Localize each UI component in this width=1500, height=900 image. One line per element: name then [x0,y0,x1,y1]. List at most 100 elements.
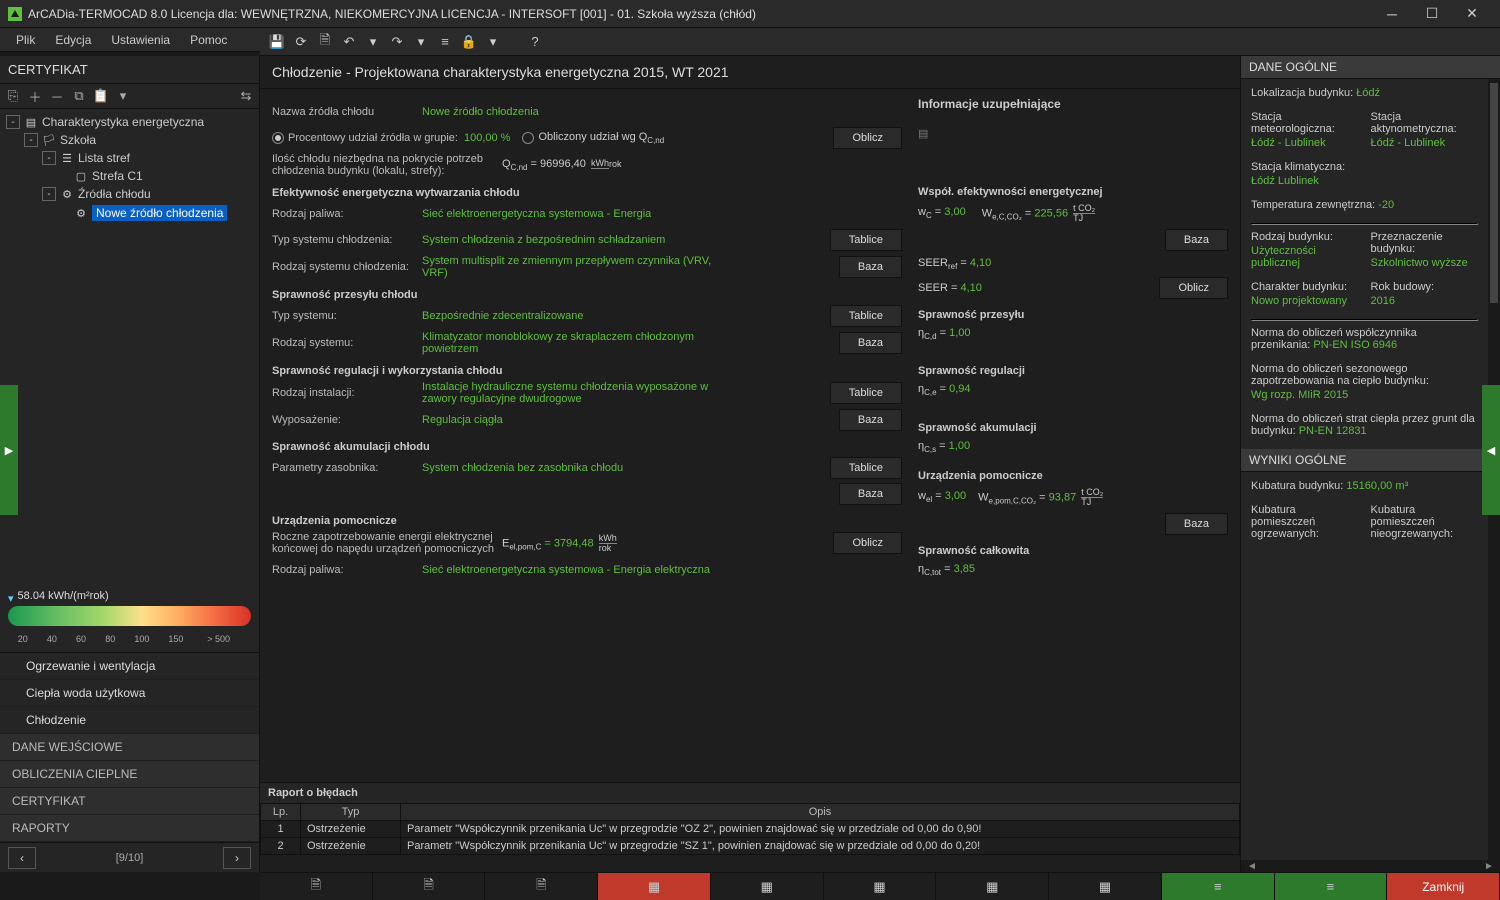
paste-icon[interactable]: 📋 [92,87,110,105]
calc-button[interactable]: Oblicz [833,127,902,149]
pointer-down-icon: ▾ [8,592,14,605]
table-row[interactable]: 2 Ostrzeżenie Parametr "Współczynnik prz… [261,838,1240,855]
collapse-icon[interactable]: - [42,187,56,201]
inst-value[interactable]: Instalacje hydrauliczne systemu chłodzen… [422,381,722,405]
bottom-tab-4[interactable]: ▦ [598,873,711,900]
report-table: Lp. Typ Opis 1 Ostrzeżenie Parametr "Wsp… [260,803,1240,855]
remove-icon[interactable]: － [48,87,66,105]
base-button-2[interactable]: Baza [839,332,902,354]
tables-button[interactable]: Tablice [830,229,902,251]
fuel2-value[interactable]: Sieć elektroenergetyczna systemowa - Ene… [422,564,722,576]
fuel-value[interactable]: Sieć elektroenergetyczna systemowa - Ene… [422,208,722,220]
scroll-right-icon[interactable]: ► [1482,861,1496,872]
trans-type-value[interactable]: Bezpośrednie zdecentralizowane [422,310,722,322]
redo-icon[interactable]: ↷ [388,33,406,51]
source-name-label: Nazwa źródła chłodu [272,106,422,118]
window-title: ArCADia-TERMOCAD 8.0 Licencja dla: WEWNĘ… [28,7,1372,21]
document-icon[interactable]: 🗎 [316,33,334,51]
reg-heading: Sprawność regulacji i wykorzystania chło… [272,365,902,377]
help-icon[interactable]: ? [526,33,544,51]
layers-icon[interactable]: ≡ [436,33,454,51]
redo-dropdown-icon[interactable]: ▾ [412,33,430,51]
nav-section-reports[interactable]: RAPORTY [0,815,259,842]
tree-zone-c1[interactable]: ▢ Strefa C1 [2,167,257,185]
equip-value[interactable]: Regulacja ciągła [422,414,722,426]
percent-value[interactable]: 100,00 % [464,132,510,144]
bottom-tab-1[interactable]: 🗎 [260,873,373,900]
edge-expand-left[interactable]: ▶ [0,385,18,515]
close-button[interactable]: ✕ [1452,0,1492,28]
radio-calculated[interactable] [522,132,534,144]
calc-button-r1[interactable]: Oblicz [1159,277,1228,299]
nav-section-calc[interactable]: OBLICZENIA CIEPLNE [0,761,259,788]
base-button-r2[interactable]: Baza [1165,513,1228,535]
collapse-icon[interactable]: - [24,133,38,147]
bottom-tab-2[interactable]: 🗎 [373,873,486,900]
collapse-icon[interactable]: - [6,115,20,129]
bottom-tab-9[interactable]: ≡ [1162,873,1275,900]
base-button-4[interactable]: Baza [839,483,902,505]
bottom-tab-10[interactable]: ≡ [1275,873,1388,900]
minimize-button[interactable]: ─ [1372,0,1412,28]
base-button-r1[interactable]: Baza [1165,229,1228,251]
system-type-value[interactable]: System chłodzenia z bezpośrednim schładz… [422,234,722,246]
edge-expand-right[interactable]: ◀ [1482,385,1500,515]
lock-icon[interactable]: 🔒 [460,33,478,51]
menu-edycja[interactable]: Edycja [45,30,101,50]
base-button-3[interactable]: Baza [839,409,902,431]
tree-new-source[interactable]: ⚙ Nowe źródło chłodzenia [2,203,257,223]
menu-ustawienia[interactable]: Ustawienia [101,30,180,50]
report-title: Raport o błędach [260,783,1240,803]
scroll-left-icon[interactable]: ◄ [1245,861,1259,872]
collapse-icon[interactable]: - [42,151,56,165]
bottom-tab-3[interactable]: 🗎 [485,873,598,900]
tree-sources[interactable]: - ⚙ Źródła chłodu [2,185,257,203]
add-icon[interactable]: ＋ [26,87,44,105]
lock-dropdown-icon[interactable]: ▾ [484,33,502,51]
tank-value[interactable]: System chłodzenia bez zasobnika chłodu [422,462,722,474]
bottom-tab-7[interactable]: ▦ [936,873,1049,900]
nav-hotwater[interactable]: Ciepła woda użytkowa [0,680,259,707]
bottom-tab-5[interactable]: ▦ [711,873,824,900]
bottom-tab-8[interactable]: ▦ [1049,873,1162,900]
nav-section-cert[interactable]: CERTYFIKAT [0,788,259,815]
source-name-value[interactable]: Nowe źródło chłodzenia [422,106,722,118]
menu-pomoc[interactable]: Pomoc [180,30,237,50]
tables-button-4[interactable]: Tablice [830,457,902,479]
menu-plik[interactable]: Plik [6,30,45,50]
add-node-icon[interactable]: ⎘ [4,87,22,105]
tables-button-2[interactable]: Tablice [830,305,902,327]
prev-page-button[interactable]: ‹ [8,847,36,869]
tables-button-3[interactable]: Tablice [830,382,902,404]
table-row[interactable]: 1 Ostrzeżenie Parametr "Współczynnik prz… [261,821,1240,838]
save-icon[interactable]: 💾 [268,33,286,51]
gauge-value: 58.04 kWh/(m²rok) [18,590,109,602]
next-page-button[interactable]: › [223,847,251,869]
copy-icon[interactable]: ⧉ [70,87,88,105]
base-button[interactable]: Baza [839,256,902,278]
system-kind-value[interactable]: System multisplit ze zmiennym przepływem… [422,255,722,279]
radio-percent[interactable] [272,132,284,144]
refresh-icon[interactable]: ⟳ [292,33,310,51]
calc-button-2[interactable]: Oblicz [833,532,902,554]
tree-root[interactable]: - ▤ Charakterystyka energetyczna [2,113,257,131]
tree-zones-list[interactable]: - ☰ Lista stref [2,149,257,167]
edit-info-icon[interactable]: ▤ [918,128,928,140]
error-report: Raport o błędach Lp. Typ Opis 1 Ostrzeże… [260,782,1240,872]
eff-gen-heading: Efektywność energetyczna wytwarzania chł… [272,187,902,199]
left-footer: ‹ [9/10] › [0,842,259,872]
q-formula: QC,nd = 96996,40 kWhrok [502,158,621,172]
maximize-button[interactable]: ☐ [1412,0,1452,28]
nav-section-input[interactable]: DANE WEJŚCIOWE [0,734,259,761]
nav-heating[interactable]: Ogrzewanie i wentylacja [0,653,259,680]
tree-school[interactable]: - 🏳 Szkoła [2,131,257,149]
undo-dropdown-icon[interactable]: ▾ [364,33,382,51]
close-tab-button[interactable]: Zamknij [1387,873,1500,900]
sync-icon[interactable]: ⇆ [237,87,255,105]
trans-kind-value[interactable]: Klimatyzator monoblokowy ze skraplaczem … [422,331,722,355]
nav-cooling[interactable]: Chłodzenie [0,707,259,734]
bottom-tab-6[interactable]: ▦ [824,873,937,900]
undo-icon[interactable]: ↶ [340,33,358,51]
tree-dropdown-icon[interactable]: ▾ [114,87,132,105]
right-h-scrollbar[interactable]: ◄ ► [1241,860,1500,872]
